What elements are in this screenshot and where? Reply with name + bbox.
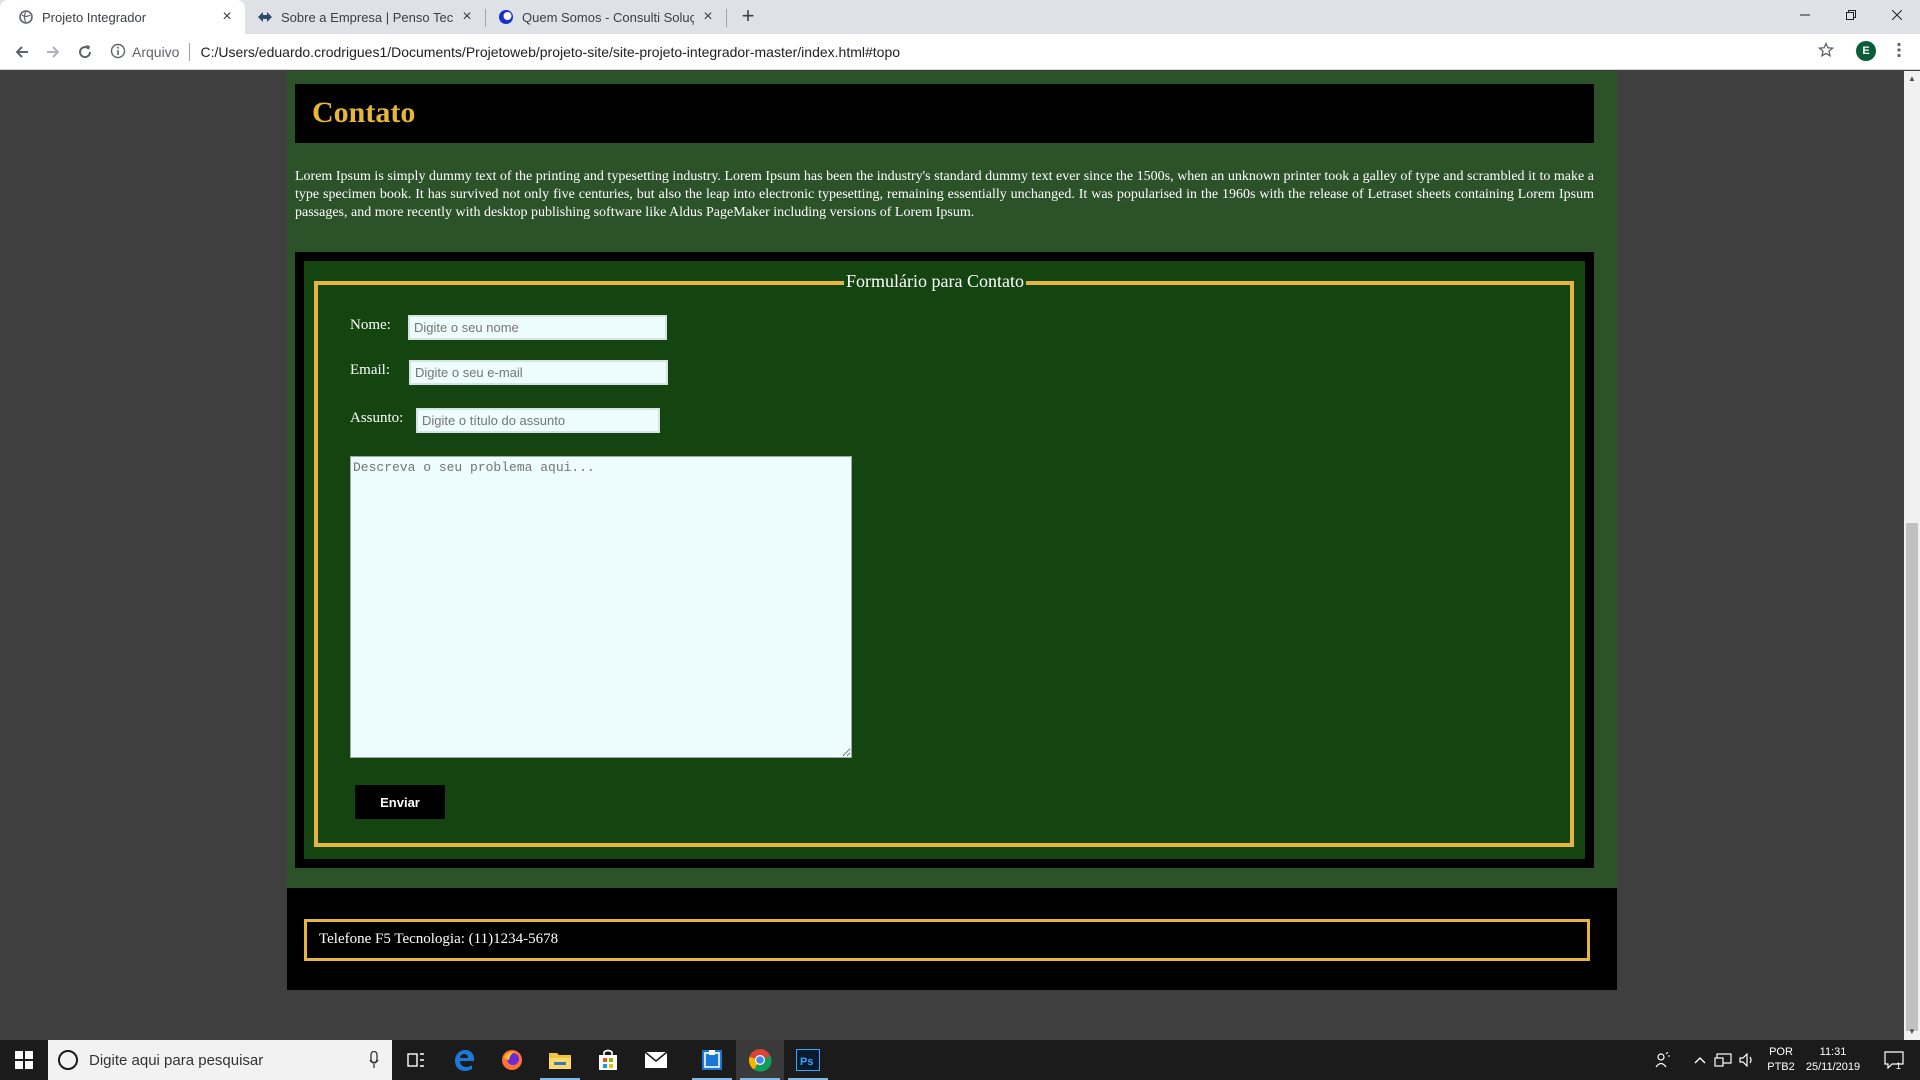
file-explorer-icon[interactable] (536, 1040, 584, 1080)
tab-title: Sobre a Empresa | Penso Tecnologia (281, 9, 453, 25)
close-icon[interactable]: × (700, 9, 716, 25)
chevron-up-icon[interactable] (1690, 1040, 1710, 1080)
bookmark-star-icon[interactable] (1816, 40, 1836, 60)
forward-button[interactable] (41, 40, 65, 64)
nome-input[interactable] (408, 315, 667, 340)
microphone-icon[interactable] (366, 1049, 382, 1071)
volume-icon[interactable] (1736, 1040, 1758, 1080)
scrollbar-thumb[interactable] (1906, 523, 1918, 1031)
arrow-left-icon (15, 46, 28, 58)
close-icon[interactable]: × (459, 9, 475, 25)
enviar-button[interactable]: Enviar (355, 785, 445, 819)
form-legend: Formulário para Contato (844, 271, 1026, 291)
mail-icon[interactable] (632, 1040, 680, 1080)
address-bar[interactable]: Arquivo C:/Users/eduardo.crodrigues1/Doc… (110, 37, 1780, 67)
reload-icon (79, 45, 92, 59)
message-textarea[interactable] (350, 456, 852, 758)
people-icon[interactable] (1648, 1040, 1678, 1080)
clock-time: 11:31 (1819, 1046, 1847, 1058)
tab-sobre-empresa[interactable]: Sobre a Empresa | Penso Tecnologia × (245, 0, 485, 34)
arrow-right-icon (47, 46, 60, 58)
tab-separator (726, 9, 727, 27)
page-viewport: Contato Lorem Ipsum is simply dummy text… (0, 71, 1904, 1040)
browser-tab-bar: Projeto Integrador × Sobre a Empresa | P… (0, 0, 1920, 34)
store-icon[interactable] (584, 1040, 632, 1080)
assunto-label: Assunto: (350, 410, 404, 426)
cortana-circle-icon (58, 1050, 78, 1070)
windows-taskbar: Digite aqui para pesquisar Ps POR PTB2 1… (0, 1040, 1920, 1080)
close-icon[interactable]: × (219, 9, 235, 25)
new-tab-button[interactable]: + (736, 5, 760, 29)
taskbar-clock[interactable]: 11:31 25/11/2019 (1798, 1045, 1868, 1075)
firefox-icon[interactable] (488, 1040, 536, 1080)
notification-center-icon[interactable]: 1 (1874, 1040, 1914, 1080)
reload-button[interactable] (73, 40, 97, 64)
taskbar-search-box[interactable]: Digite aqui para pesquisar (48, 1040, 392, 1080)
page-favicon-icon (18, 9, 34, 25)
photoshop-icon[interactable]: Ps (784, 1040, 832, 1080)
minimize-button[interactable] (1782, 0, 1828, 30)
tab-title: Quem Somos - Consulti Soluções (522, 9, 694, 25)
page-favicon-icon (257, 9, 273, 25)
back-button[interactable] (10, 40, 34, 64)
assunto-input[interactable] (416, 408, 660, 433)
nome-label: Nome: (350, 317, 391, 333)
keyboard-layout: PTB2 (1767, 1061, 1795, 1073)
restore-button[interactable] (1828, 0, 1874, 30)
close-window-button[interactable] (1874, 0, 1920, 30)
section-title: Contato (312, 96, 416, 129)
email-label: Email: (350, 362, 390, 378)
scroll-up-arrow-icon[interactable]: ▲ (1904, 71, 1920, 87)
site-info-label: Arquivo (132, 44, 180, 60)
footer-contact-box: Telefone F5 Tecnologia: (11)1234-5678 (304, 919, 1590, 961)
svg-text:Ps: Ps (800, 1056, 813, 1068)
tab-quem-somos[interactable]: Quem Somos - Consulti Soluções × (486, 0, 726, 34)
app-window-icon[interactable] (688, 1040, 736, 1080)
page-favicon-icon (498, 9, 514, 25)
start-button[interactable] (0, 1040, 48, 1080)
input-language-indicator[interactable]: POR PTB2 (1764, 1045, 1798, 1075)
clock-date: 25/11/2019 (1805, 1061, 1861, 1073)
language-code: POR (1769, 1046, 1793, 1058)
email-input[interactable] (409, 360, 668, 385)
windows-logo-icon (15, 1051, 33, 1069)
notification-count: 1 (1896, 1061, 1902, 1071)
contato-header: Contato (295, 84, 1594, 143)
contato-description: Lorem Ipsum is simply dummy text of the … (295, 169, 1594, 220)
tab-title: Projeto Integrador (42, 9, 147, 25)
more-menu-icon[interactable] (1892, 40, 1906, 60)
omnibox-divider (189, 43, 191, 61)
footer-phone-text: Telefone F5 Tecnologia: (11)1234-5678 (319, 931, 559, 947)
url-text[interactable]: C:/Users/eduardo.crodrigues1/Documents/P… (200, 44, 900, 60)
task-view-icon[interactable] (392, 1040, 440, 1080)
profile-avatar[interactable]: E (1856, 41, 1876, 61)
edge-icon[interactable] (440, 1040, 488, 1080)
network-icon[interactable] (1712, 1040, 1734, 1080)
tab-projeto-integrador[interactable]: Projeto Integrador × (0, 0, 245, 34)
browser-toolbar: Arquivo C:/Users/eduardo.crodrigues1/Doc… (0, 34, 1920, 70)
taskbar-search-placeholder: Digite aqui para pesquisar (89, 1051, 264, 1069)
scroll-down-arrow-icon[interactable]: ▼ (1904, 1024, 1920, 1040)
chrome-icon[interactable] (736, 1040, 784, 1080)
info-icon[interactable] (110, 43, 126, 62)
